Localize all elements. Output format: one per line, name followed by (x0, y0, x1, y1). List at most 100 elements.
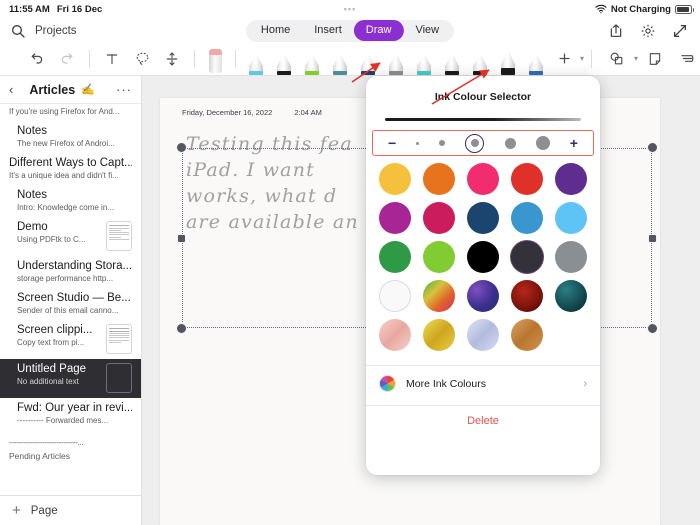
undo-icon[interactable] (22, 44, 52, 74)
eraser-tool[interactable] (202, 42, 228, 75)
bottom-left-handle[interactable] (176, 323, 187, 334)
share-icon[interactable] (608, 23, 624, 39)
swatch-magenta[interactable] (379, 202, 411, 234)
shapes-icon[interactable] (601, 44, 631, 74)
list-item-subtitle: It's a unique idea and didn't fi... (9, 171, 119, 180)
size-option-4[interactable] (504, 137, 516, 149)
shapes-chevron-down-icon[interactable]: ▾ (634, 54, 638, 63)
list-item-subtitle: storage performance http... (17, 274, 114, 283)
swatch-lime[interactable] (423, 241, 455, 273)
more-options-icon[interactable]: ··· (116, 82, 132, 97)
stroke-size-selector[interactable]: − + (372, 130, 594, 156)
list-item[interactable]: Different Ways to Capt... It's a unique … (0, 153, 141, 185)
more-ink-colours-row[interactable]: More Ink Colours › (366, 366, 600, 401)
swatch-pink[interactable] (467, 163, 499, 195)
pen-marker-black[interactable] (495, 42, 521, 75)
swatch-orange[interactable] (423, 163, 455, 195)
chevron-left-icon[interactable]: ‹ (9, 82, 13, 97)
size-option-5[interactable] (535, 136, 550, 150)
list-item-untitled-page-selected[interactable]: Untitled Page No additional text (0, 359, 141, 398)
swatch-crimson[interactable] (423, 202, 455, 234)
ipad-notes-app: 11:55 AM Fri 16 Dec ••• Not Charging Pro… (0, 0, 700, 525)
search-icon[interactable] (10, 23, 26, 39)
middle-right-handle[interactable] (648, 234, 657, 243)
swatch-galaxy[interactable] (467, 280, 499, 312)
list-item-title: Screen Studio — Be... (17, 292, 131, 304)
expand-icon[interactable] (672, 23, 688, 39)
size-option-1[interactable] (416, 141, 420, 145)
list-item-title: Different Ways to Capt... (9, 157, 132, 169)
swatch-yellow[interactable] (379, 163, 411, 195)
more-ink-colours-label: More Ink Colours (406, 377, 486, 390)
swatch-rainbow-foil[interactable] (423, 280, 455, 312)
swatch-white[interactable] (379, 280, 411, 312)
swatch-gold-glitter[interactable] (423, 319, 455, 351)
swatch-bronze-glitter[interactable] (511, 319, 543, 351)
swatch-light-blue[interactable] (555, 202, 587, 234)
list-item[interactable]: Understanding Stora... storage performan… (0, 256, 141, 288)
list-item[interactable]: Screen clippi... Copy text from pi... (0, 320, 141, 359)
bottom-right-handle[interactable] (647, 323, 658, 334)
swatch-green[interactable] (379, 241, 411, 273)
swatch-dark-red-foil[interactable] (511, 280, 543, 312)
pen-dark-navy[interactable] (355, 42, 381, 75)
list-item-subtitle: No additional text (17, 377, 79, 386)
swatch-red[interactable] (511, 163, 543, 195)
top-right-handle[interactable] (647, 142, 658, 153)
list-item[interactable]: Fwd: Our year in revi... ---------- Forw… (0, 398, 141, 430)
swatch-navy[interactable] (467, 202, 499, 234)
list-item[interactable]: Notes The new Firefox of Androi... (0, 121, 141, 153)
pen-palette (243, 42, 549, 75)
pen-turquoise[interactable] (411, 42, 437, 75)
list-item-subtitle: ---------- Forwarded mes... (17, 416, 109, 425)
swatch-black[interactable] (467, 241, 499, 273)
redo-icon (52, 44, 82, 74)
insert-space-icon[interactable] (157, 44, 187, 74)
delete-button[interactable]: Delete (366, 406, 600, 439)
pen-black[interactable] (271, 42, 297, 75)
tab-home[interactable]: Home (249, 20, 302, 41)
gear-icon[interactable] (640, 23, 656, 39)
swatch-purple[interactable] (555, 163, 587, 195)
list-item-title: Demo (17, 221, 48, 233)
tab-insert[interactable]: Insert (302, 20, 354, 41)
swatch-blue[interactable] (511, 202, 543, 234)
top-left-handle[interactable] (176, 142, 187, 153)
list-item-title: Fwd: Our year in revi... (17, 402, 132, 414)
add-page-label[interactable]: Page (31, 505, 58, 517)
colour-swatch-grid (366, 156, 600, 361)
lasso-select-icon[interactable] (127, 44, 157, 74)
pen-teal-grey[interactable] (327, 42, 353, 75)
swatch-teal-foil[interactable] (555, 280, 587, 312)
pending-articles-label: Pending Articles (9, 451, 70, 461)
size-option-2[interactable] (439, 140, 446, 146)
swatch-silver-glitter[interactable] (467, 319, 499, 351)
projects-label[interactable]: Projects (35, 25, 77, 37)
tab-draw[interactable]: Draw (353, 20, 404, 41)
scribble-erase-icon[interactable] (672, 44, 700, 74)
swatch-charcoal[interactable] (511, 241, 543, 273)
swatch-row (379, 202, 587, 234)
sticky-note-icon[interactable] (640, 44, 670, 74)
pen-blue-highlighter[interactable] (523, 42, 549, 75)
tab-view[interactable]: View (403, 20, 451, 41)
pen-green[interactable] (299, 42, 325, 75)
list-item[interactable]: Demo Using PDFtk to C... (0, 217, 141, 256)
list-item[interactable]: Notes Intro: Knowledge come in... (0, 185, 141, 217)
swatch-grey[interactable] (555, 241, 587, 273)
pen-dark-1[interactable] (439, 42, 465, 75)
swatch-rose-glitter[interactable] (379, 319, 411, 351)
ink-colour-selector-popup[interactable]: Ink Colour Selector − + More Ink Colours… (366, 76, 600, 475)
middle-left-handle[interactable] (177, 234, 186, 243)
pen-light-blue[interactable] (243, 42, 269, 75)
plus-icon[interactable]: + (12, 503, 21, 518)
sidebar-footer[interactable]: + Page (0, 495, 141, 525)
list-item[interactable]: Screen Studio — Be... Sender of this ema… (0, 288, 141, 320)
pen-dark-2[interactable] (467, 42, 493, 75)
increase-size-button[interactable]: + (570, 136, 578, 150)
size-option-3-selected[interactable] (465, 133, 485, 153)
text-tool-icon[interactable] (97, 44, 127, 74)
pen-grey[interactable] (383, 42, 409, 75)
decrease-size-button[interactable]: − (388, 136, 396, 150)
add-pen-button[interactable] (549, 44, 579, 74)
